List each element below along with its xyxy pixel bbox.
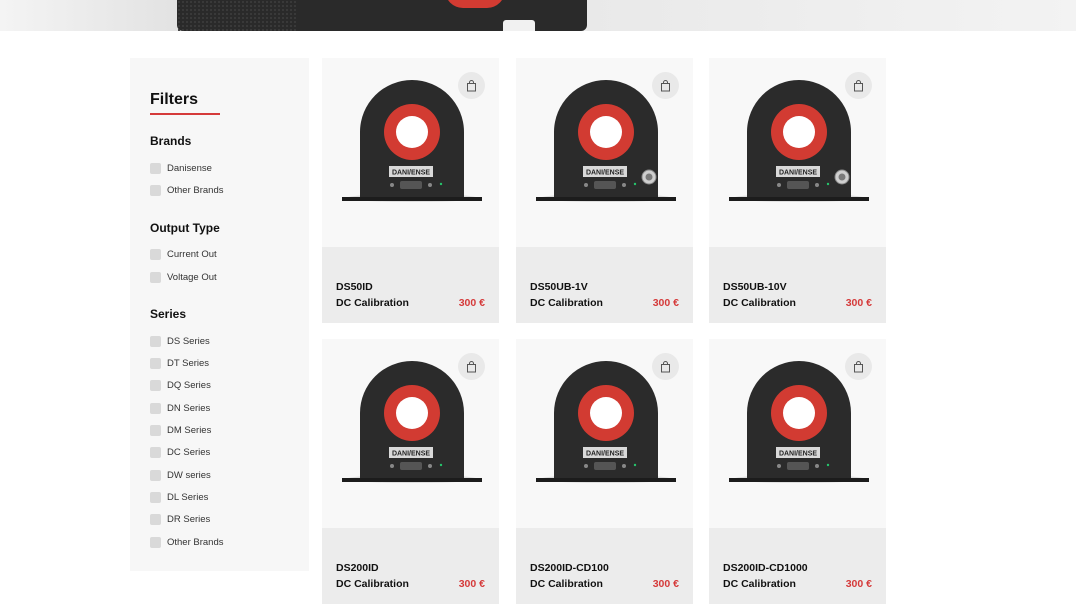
checkbox[interactable] bbox=[150, 447, 161, 459]
product-price: 300 € bbox=[652, 578, 679, 590]
product-card[interactable]: DANI/ENSE DS200ID DC Calibration 300 € bbox=[322, 339, 499, 604]
product-price: 300 € bbox=[652, 297, 679, 309]
brand-label: DANI/ENSE bbox=[392, 170, 430, 177]
brand-label: DANI/ENSE bbox=[779, 451, 817, 458]
checkbox[interactable] bbox=[150, 184, 161, 196]
bnc-connector bbox=[834, 169, 850, 185]
brand-label: DANI/ENSE bbox=[586, 451, 624, 458]
current-sensor-image: DANI/ENSE bbox=[729, 80, 869, 202]
product-card[interactable]: DANI/ENSE DS200ID-CD1000 DC Calibration … bbox=[709, 339, 886, 604]
checkbox[interactable] bbox=[150, 380, 161, 392]
shopping-bag-icon[interactable] bbox=[458, 72, 485, 99]
filters-panel: Filters Brands Danisense Other Brands Ou… bbox=[130, 58, 309, 571]
current-sensor-image: DANI/ENSE bbox=[342, 361, 482, 483]
filter-option-dl-series[interactable]: DL Series bbox=[150, 486, 289, 508]
checkbox[interactable] bbox=[150, 335, 161, 347]
product-image[interactable]: DANI/ENSE bbox=[516, 58, 693, 247]
checkbox[interactable] bbox=[150, 402, 161, 414]
checkbox[interactable] bbox=[150, 469, 161, 481]
product-card[interactable]: DANI/ENSE DS50UB-1V DC Calibration 300 € bbox=[516, 58, 693, 323]
current-sensor-image: DANI/ENSE bbox=[729, 361, 869, 483]
product-subtitle: DC Calibration bbox=[723, 297, 796, 309]
product-info: DS50ID DC Calibration 300 € bbox=[322, 247, 499, 323]
filter-option-danisense[interactable]: Danisense bbox=[150, 157, 289, 179]
product-image[interactable]: DANI/ENSE bbox=[516, 339, 693, 528]
filter-group-brands-title: Brands bbox=[150, 134, 192, 148]
product-image[interactable]: DANI/ENSE bbox=[709, 58, 886, 247]
product-subtitle: DC Calibration bbox=[336, 578, 409, 590]
product-card[interactable]: DANI/ENSE DS50UB-10V DC Calibration 300 … bbox=[709, 58, 886, 323]
checkbox[interactable] bbox=[150, 536, 161, 548]
current-sensor-image: DANI/ENSE bbox=[536, 80, 676, 202]
filter-option-voltage-out[interactable]: Voltage Out bbox=[150, 266, 289, 288]
shopping-bag-icon[interactable] bbox=[845, 353, 872, 380]
checkbox[interactable] bbox=[150, 249, 161, 261]
filter-option-dr-series[interactable]: DR Series bbox=[150, 509, 289, 531]
filter-group-output-type-title: Output Type bbox=[150, 220, 220, 235]
brand-label: DANI/ENSE bbox=[586, 170, 624, 177]
product-info: DS50UB-1V DC Calibration 300 € bbox=[516, 247, 693, 323]
product-price: 300 € bbox=[845, 578, 872, 590]
checkbox[interactable] bbox=[150, 358, 161, 370]
product-price: 300 € bbox=[845, 297, 872, 309]
filter-option-other-brands[interactable]: Other Brands bbox=[150, 179, 289, 201]
product-image[interactable]: DANI/ENSE bbox=[322, 58, 499, 247]
shopping-bag-icon[interactable] bbox=[845, 72, 872, 99]
filter-option-dc-series[interactable]: DC Series bbox=[150, 442, 289, 464]
product-info: DS200ID DC Calibration 300 € bbox=[322, 528, 499, 604]
hero-banner bbox=[0, 0, 1076, 31]
brand-label: DANI/ENSE bbox=[392, 451, 430, 458]
brand-label: DANI/ENSE bbox=[779, 170, 817, 177]
filter-option-ds-series[interactable]: DS Series bbox=[150, 330, 289, 352]
product-name[interactable]: DS200ID-CD1000 bbox=[723, 560, 872, 576]
checkbox[interactable] bbox=[150, 162, 161, 174]
product-subtitle: DC Calibration bbox=[336, 297, 409, 309]
checkbox[interactable] bbox=[150, 514, 161, 526]
product-name[interactable]: DS200ID bbox=[336, 560, 485, 576]
checkbox[interactable] bbox=[150, 425, 161, 437]
product-name[interactable]: DS50UB-1V bbox=[530, 279, 679, 295]
checkbox[interactable] bbox=[150, 491, 161, 503]
current-sensor-image: DANI/ENSE bbox=[536, 361, 676, 483]
shopping-bag-icon[interactable] bbox=[652, 353, 679, 380]
checkbox[interactable] bbox=[150, 271, 161, 283]
bnc-connector bbox=[641, 169, 657, 185]
product-card[interactable]: DANI/ENSE DS200ID-CD100 DC Calibration 3… bbox=[516, 339, 693, 604]
product-image[interactable]: DANI/ENSE bbox=[709, 339, 886, 528]
product-name[interactable]: DS200ID-CD100 bbox=[530, 560, 679, 576]
product-card[interactable]: DANI/ENSE DS50ID DC Calibration 300 € bbox=[322, 58, 499, 323]
product-subtitle: DC Calibration bbox=[530, 578, 603, 590]
product-info: DS200ID-CD100 DC Calibration 300 € bbox=[516, 528, 693, 604]
filter-option-dw-series[interactable]: DW series bbox=[150, 464, 289, 486]
product-image[interactable]: DANI/ENSE bbox=[322, 339, 499, 528]
product-subtitle: DC Calibration bbox=[530, 297, 603, 309]
product-price: 300 € bbox=[458, 297, 485, 309]
product-info: DS200ID-CD1000 DC Calibration 300 € bbox=[709, 528, 886, 604]
filter-option-current-out[interactable]: Current Out bbox=[150, 244, 289, 266]
shopping-bag-icon[interactable] bbox=[652, 72, 679, 99]
filter-option-dm-series[interactable]: DM Series bbox=[150, 419, 289, 441]
filter-group-series-title: Series bbox=[150, 307, 187, 322]
product-info: DS50UB-10V DC Calibration 300 € bbox=[709, 247, 886, 323]
filters-title: Filters bbox=[150, 91, 220, 115]
product-price: 300 € bbox=[458, 578, 485, 590]
product-name[interactable]: DS50UB-10V bbox=[723, 279, 872, 295]
filter-option-dt-series[interactable]: DT Series bbox=[150, 352, 289, 374]
filter-option-dn-series[interactable]: DN Series bbox=[150, 397, 289, 419]
current-sensor-image: DANI/ENSE bbox=[342, 80, 482, 202]
product-subtitle: DC Calibration bbox=[723, 578, 796, 590]
filter-option-dq-series[interactable]: DQ Series bbox=[150, 375, 289, 397]
product-name[interactable]: DS50ID bbox=[336, 279, 485, 295]
shopping-bag-icon[interactable] bbox=[458, 353, 485, 380]
filter-option-other-brands-series[interactable]: Other Brands bbox=[150, 531, 289, 553]
